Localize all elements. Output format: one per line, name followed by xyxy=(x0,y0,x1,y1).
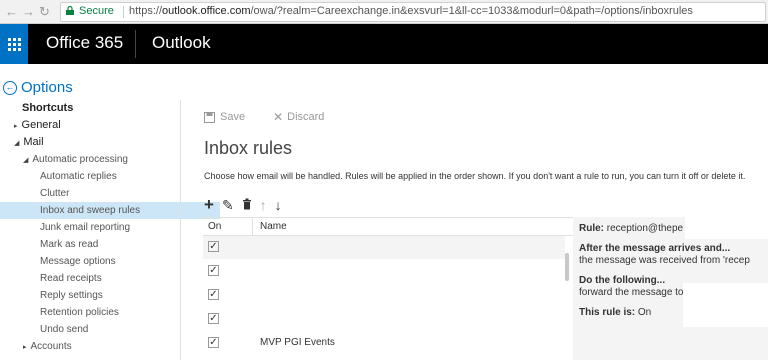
nav-item[interactable]: Undo send xyxy=(0,321,220,338)
nav-item[interactable]: Junk email reporting xyxy=(0,219,220,236)
nav-item[interactable]: Automatic replies xyxy=(0,168,220,185)
brand-label[interactable]: Office 365 xyxy=(46,33,123,53)
caret-right-icon: ▸ xyxy=(23,344,27,351)
nav-item-label: Clutter xyxy=(40,188,70,199)
nav-item-label: Junk email reporting xyxy=(40,222,131,233)
after-value: the message was received from 'recep xyxy=(579,255,750,266)
back-arrow-icon: ← xyxy=(3,80,17,95)
delete-rule-icon[interactable] xyxy=(242,198,252,212)
rule-value: reception@thepe xyxy=(606,223,684,234)
table-row[interactable]: ✓ xyxy=(203,260,565,283)
edit-rule-icon[interactable]: ✎ xyxy=(222,198,234,212)
url-field[interactable]: Secure https://outlook.office.com/owa/?r… xyxy=(60,2,766,22)
secure-label: Secure xyxy=(79,5,114,17)
nav-item-label: Reply settings xyxy=(40,290,103,301)
nav-item-label: Mail xyxy=(23,136,44,148)
column-divider xyxy=(252,218,253,235)
app-name[interactable]: Outlook xyxy=(152,33,211,53)
caret-down-icon: ◢ xyxy=(23,157,29,164)
nav-item[interactable]: Message options xyxy=(0,253,220,270)
nav-item-label: Mark as read xyxy=(40,239,99,250)
table-row[interactable]: ✓ xyxy=(203,308,565,331)
app-launcher-icon[interactable] xyxy=(0,24,28,64)
add-rule-icon[interactable]: + xyxy=(204,196,214,213)
discard-button[interactable]: Discard xyxy=(287,111,324,123)
rules-scrollbar[interactable] xyxy=(563,235,571,360)
url-path: /owa/?realm=Careexchange.in&exsvurl=1&ll… xyxy=(250,5,693,17)
suite-divider xyxy=(135,30,136,58)
table-header: On Name xyxy=(203,218,573,236)
scrollbar-thumb[interactable] xyxy=(565,253,569,281)
nav-item[interactable]: Reply settings xyxy=(0,287,220,304)
url-divider xyxy=(123,6,124,18)
nav-item[interactable]: ◢ Automatic processing xyxy=(0,151,203,168)
do-label: Do the following... xyxy=(579,275,666,286)
rule-enabled-checkbox[interactable]: ✓ xyxy=(208,241,219,252)
nav-item-label: Undo send xyxy=(40,324,89,335)
nav-item-label: Accounts xyxy=(30,341,72,352)
rule-enabled-checkbox[interactable]: ✓ xyxy=(208,265,219,276)
status-label: This rule is: xyxy=(579,307,636,318)
move-down-icon[interactable]: ↓ xyxy=(275,198,282,212)
rule-enabled-checkbox[interactable]: ✓ xyxy=(208,313,219,324)
nav-item[interactable]: Mark as read xyxy=(0,236,220,253)
table-row[interactable]: ✓ xyxy=(203,284,565,307)
nav-item[interactable]: ▸ Accounts xyxy=(0,338,203,355)
rule-actions: + ✎ ↑ ↓ xyxy=(204,196,290,213)
toolbar: Save ✕ Discard xyxy=(204,110,328,124)
rule-name: MVP PGI Events xyxy=(260,337,335,348)
save-icon xyxy=(204,111,215,123)
options-title: Options xyxy=(21,79,73,96)
nav-item-label: Message options xyxy=(40,256,116,267)
table-row[interactable]: ✓ MVP PGI Events xyxy=(203,332,565,355)
nav-item-label: Read receipts xyxy=(40,273,102,284)
page-title: Inbox rules xyxy=(204,138,293,158)
url-scheme: https:// xyxy=(129,5,163,17)
redaction-block xyxy=(683,283,768,327)
col-on-header[interactable]: On xyxy=(208,221,221,232)
rule-enabled-checkbox[interactable]: ✓ xyxy=(208,337,219,348)
lock-icon xyxy=(66,6,74,15)
col-name-header[interactable]: Name xyxy=(260,221,287,232)
after-label: After the message arrives and... xyxy=(579,243,731,254)
nav-divider xyxy=(180,100,181,360)
nav-item[interactable]: Retention policies xyxy=(0,304,220,321)
browser-address-bar: ← → ↻ Secure https://outlook.office.com/… xyxy=(0,0,768,24)
nav-item[interactable]: Clutter xyxy=(0,185,220,202)
discard-icon: ✕ xyxy=(273,110,284,124)
nav-item-label: Shortcuts xyxy=(22,102,74,114)
rule-detail-pane: Rule: reception@thepe After the message … xyxy=(573,217,768,360)
redaction-block xyxy=(685,217,768,239)
suite-bar: Office 365 Outlook xyxy=(0,24,768,64)
forward-icon[interactable]: → xyxy=(22,3,35,21)
url-text: https://outlook.office.com/owa/?realm=Ca… xyxy=(129,5,693,17)
nav-item[interactable]: Inbox and sweep rules xyxy=(0,202,220,219)
status-value: On xyxy=(637,307,652,318)
move-up-icon[interactable]: ↑ xyxy=(260,198,267,212)
table-row[interactable]: ✓ xyxy=(203,236,565,259)
nav-item[interactable]: Shortcuts xyxy=(0,100,202,117)
rules-table: On Name ✓ ✓ ✓ ✓ ✓ MVP PGI Events xyxy=(203,217,573,361)
nav-item[interactable]: ◢ Mail xyxy=(0,134,194,151)
do-value: forward the message to xyxy=(579,287,684,298)
rule-enabled-checkbox[interactable]: ✓ xyxy=(208,289,219,300)
nav-item[interactable]: Read receipts xyxy=(0,270,220,287)
options-back-link[interactable]: ← Options xyxy=(3,79,73,96)
reload-icon[interactable]: ↻ xyxy=(39,3,50,21)
nav-item-label: Retention policies xyxy=(40,307,119,318)
nav-item-label: Automatic replies xyxy=(40,171,117,182)
back-icon[interactable]: ← xyxy=(5,3,18,21)
caret-right-icon: ▸ xyxy=(14,123,18,130)
caret-down-icon: ◢ xyxy=(14,140,20,147)
nav-item-label: Inbox and sweep rules xyxy=(40,205,141,216)
nav-item-label: General xyxy=(21,119,61,131)
rule-label: Rule: xyxy=(579,223,604,234)
nav-item-label: Automatic processing xyxy=(32,154,128,165)
nav-item[interactable]: ▸ General xyxy=(0,117,194,134)
url-host: outlook.office.com xyxy=(162,5,251,17)
page-description: Choose how email will be handled. Rules … xyxy=(204,171,746,181)
save-button[interactable]: Save xyxy=(220,111,245,123)
